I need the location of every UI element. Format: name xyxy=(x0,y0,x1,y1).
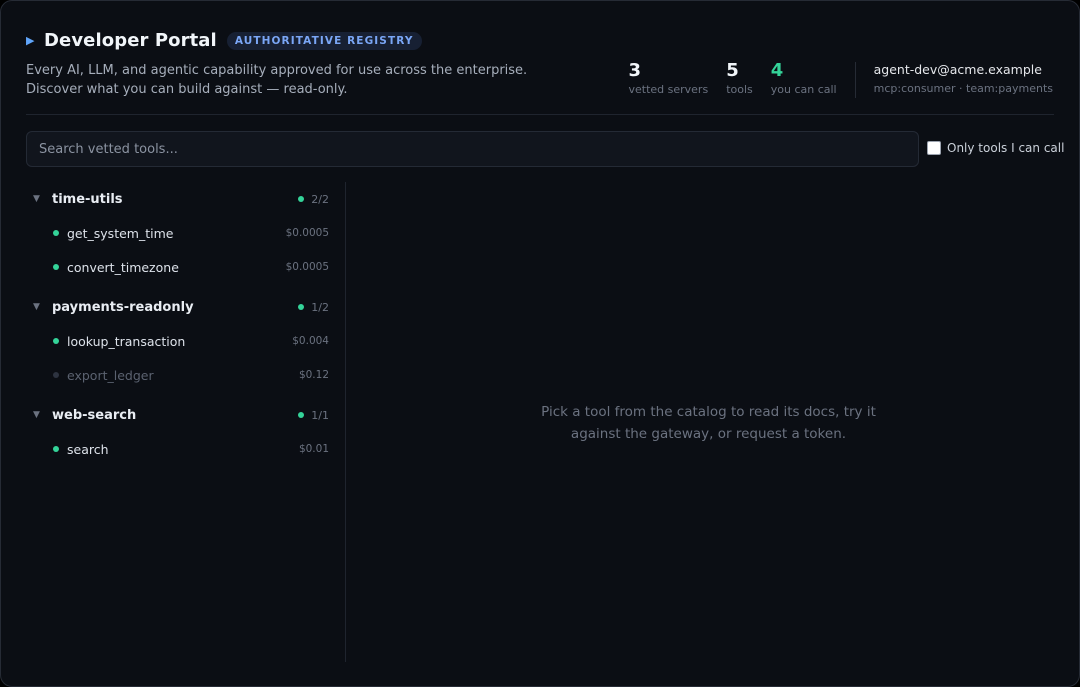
tool-price: $0.01 xyxy=(298,443,329,455)
tool-name: export_ledger xyxy=(67,367,154,383)
tool-item[interactable]: lookup_transaction $0.004 xyxy=(26,324,329,358)
stat-value: 3 xyxy=(628,60,642,81)
status-dot-icon xyxy=(298,304,305,310)
page-subtitle: Every AI, LLM, and agentic capability ap… xyxy=(26,61,586,99)
empty-state-line-1: Pick a tool from the catalog to read its… xyxy=(541,404,876,420)
server-name: time-utils xyxy=(52,191,123,207)
tool-price: $0.004 xyxy=(292,335,329,347)
tool-price: $0.0005 xyxy=(285,227,329,239)
tool-name: search xyxy=(67,441,109,457)
user-email: agent-dev@acme.example xyxy=(873,62,1042,77)
tool-price: $0.0005 xyxy=(285,261,329,273)
stat-value: 5 xyxy=(726,60,739,81)
subtitle-line-1: Every AI, LLM, and agentic capability ap… xyxy=(26,63,528,78)
tool-name: lookup_transaction xyxy=(67,333,186,349)
status-dot-icon xyxy=(53,338,59,344)
user-info: agent-dev@acme.example mcp:consumer · te… xyxy=(874,60,1053,95)
status-dot-icon xyxy=(298,412,305,418)
server-name: payments-readonly xyxy=(52,299,194,315)
stat-callable: 4 you can call xyxy=(771,60,837,96)
stat-vetted-servers: 3 vetted servers xyxy=(628,60,708,96)
tool-name: get_system_time xyxy=(67,225,174,241)
server-group-web-search: ▼ web-search 1/1 search $0.01 xyxy=(26,398,329,466)
stat-tools: 5 tools xyxy=(726,60,753,96)
only-callable-label: Only tools I can call xyxy=(947,141,1065,155)
only-callable-checkbox[interactable] xyxy=(927,141,941,155)
stat-value: 4 xyxy=(770,60,784,81)
title-row: ▶ Developer Portal AUTHORITATIVE REGISTR… xyxy=(26,30,422,51)
callable-count: 1/2 xyxy=(311,300,329,314)
server-group-header[interactable]: ▼ web-search 1/1 xyxy=(26,398,329,432)
server-group-payments-readonly: ▼ payments-readonly 1/2 lookup_transaction $… xyxy=(26,290,329,392)
tool-item[interactable]: search $0.01 xyxy=(26,432,329,466)
portal-window: ▶ Developer Portal AUTHORITATIVE REGISTR… xyxy=(0,0,1080,687)
server-name: web-search xyxy=(52,407,137,423)
chevron-down-icon[interactable]: ▼ xyxy=(26,410,52,420)
tool-catalog: ▼ time-utils 2/2 get_system_time $0.0005 conv… xyxy=(26,182,329,472)
only-callable-filter[interactable]: Only tools I can call xyxy=(927,141,1064,155)
header-divider xyxy=(26,114,1054,115)
callable-count: 1/1 xyxy=(311,408,329,422)
tool-item[interactable]: convert_timezone $0.0005 xyxy=(26,250,329,284)
registry-badge: AUTHORITATIVE REGISTRY xyxy=(226,31,422,50)
status-dot-icon xyxy=(298,196,305,202)
status-dot-icon xyxy=(53,230,59,236)
tool-item[interactable]: get_system_time $0.0005 xyxy=(26,216,329,250)
chevron-down-icon[interactable]: ▼ xyxy=(26,302,52,312)
chevron-down-icon[interactable]: ▼ xyxy=(26,194,52,204)
status-dot-icon xyxy=(53,446,59,452)
page-title: Developer Portal xyxy=(44,30,217,51)
search-input[interactable] xyxy=(26,131,919,167)
status-dot-icon xyxy=(53,264,59,270)
subtitle-line-2: Discover what you can build against — re… xyxy=(26,82,348,97)
server-group-time-utils: ▼ time-utils 2/2 get_system_time $0.0005 conv… xyxy=(26,182,329,284)
tool-item[interactable]: export_ledger $0.12 xyxy=(26,358,329,392)
stat-label: you can call xyxy=(770,83,837,96)
stats-divider xyxy=(854,62,856,98)
caret-right-icon: ▶ xyxy=(26,34,35,47)
server-group-header[interactable]: ▼ time-utils 2/2 xyxy=(26,182,329,216)
callable-count: 2/2 xyxy=(311,192,329,206)
status-dot-icon xyxy=(53,372,59,378)
tool-name: convert_timezone xyxy=(67,259,179,275)
empty-state: Pick a tool from the catalog to read its… xyxy=(346,401,1071,445)
stat-label: tools xyxy=(726,83,753,96)
empty-state-line-2: against the gateway, or request a token. xyxy=(570,426,847,442)
server-group-header[interactable]: ▼ payments-readonly 1/2 xyxy=(26,290,329,324)
stat-label: vetted servers xyxy=(628,83,709,96)
stats-panel: 3 vetted servers 5 tools 4 you can call … xyxy=(628,60,1053,98)
user-scopes: mcp:consumer · team:payments xyxy=(873,82,1053,95)
tool-price: $0.12 xyxy=(298,369,329,381)
